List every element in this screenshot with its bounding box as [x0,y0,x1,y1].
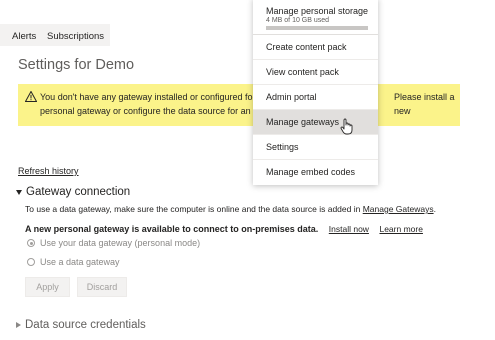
discard-button[interactable]: Discard [77,277,127,297]
radio-personal-label: Use your data gateway (personal mode) [40,238,201,248]
warning-line1: You don't have any gateway installed or … [40,92,261,102]
warning-line2: personal gateway or configure the data s… [40,106,263,116]
radio-button[interactable] [27,258,35,266]
radio-button-checked[interactable] [27,239,35,247]
manage-gateways-link[interactable]: Manage Gateways [363,204,434,214]
apply-button[interactable]: Apply [25,277,70,297]
gateway-description: To use a data gateway, make sure the com… [25,204,436,214]
gateway-connection-title: Gateway connection [26,186,131,198]
gateway-connection-header[interactable]: Gateway connection [16,186,130,198]
tab-alerts[interactable]: Alerts [12,31,36,42]
storage-label: Manage personal storage [266,6,369,16]
chevron-right-icon [16,322,21,328]
radio-personal-gateway[interactable]: Use your data gateway (personal mode) [27,238,200,248]
radio-data-label: Use a data gateway [40,257,120,267]
menu-item-view-content-pack[interactable]: View content pack [253,60,378,85]
storage-usage: 4 MB of 10 GB used [266,17,330,24]
chevron-down-icon [16,190,22,195]
radio-data-gateway[interactable]: Use a data gateway [27,257,120,267]
install-now-link[interactable]: Install now [329,224,369,234]
storage-progress-bar [266,26,368,30]
menu-item-manage-gateways[interactable]: Manage gateways [253,110,378,135]
refresh-history-link[interactable]: Refresh history [18,166,79,176]
menu-item-settings[interactable]: Settings [253,135,378,160]
promo-text: A new personal gateway is available to c… [25,224,319,234]
warning-line1-right: Please install a new [394,92,455,116]
settings-dropdown-menu: Manage personal storage 4 MB of 10 GB us… [253,0,378,185]
menu-item-manage-embed-codes[interactable]: Manage embed codes [253,160,378,185]
manage-storage-item[interactable]: Manage personal storage 4 MB of 10 GB us… [253,0,378,35]
personal-gateway-promo: A new personal gateway is available to c… [25,224,423,234]
warning-text: You don't have any gateway installed or … [40,90,455,118]
data-source-credentials-title: Data source credentials [25,319,146,331]
gateway-description-text: To use a data gateway, make sure the com… [25,204,361,214]
data-source-credentials-header[interactable]: Data source credentials [16,319,146,331]
tab-subscriptions[interactable]: Subscriptions [47,31,104,42]
gateway-warning-banner: You don't have any gateway installed or … [18,84,460,126]
menu-item-create-content-pack[interactable]: Create content pack [253,35,378,60]
menu-item-admin-portal[interactable]: Admin portal [253,85,378,110]
gateway-description-end: . [433,204,436,214]
learn-more-link[interactable]: Learn more [379,224,422,234]
warning-icon [25,91,37,102]
hand-cursor-icon [340,118,353,135]
page-title: Settings for Demo [18,57,135,73]
